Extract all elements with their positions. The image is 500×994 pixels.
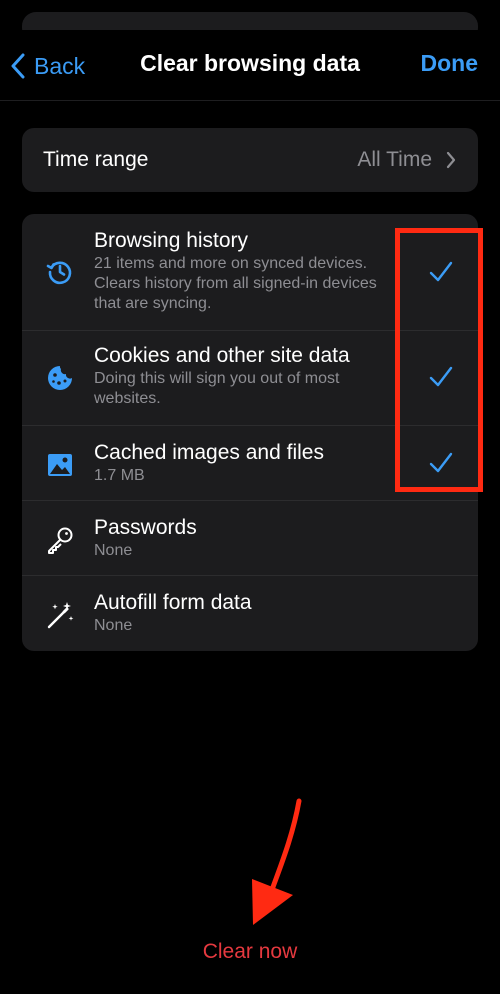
item-title: Cookies and other site data [94,344,350,367]
list-item-cached-images[interactable]: Cached images and files 1.7 MB [22,426,478,500]
item-title: Browsing history [94,229,249,252]
checkmark-icon [426,448,456,478]
time-range-row[interactable]: Time range All Time [22,128,478,192]
magic-wand-icon [43,598,77,632]
annotation-arrow [252,798,302,925]
item-subtitle: 1.7 MB [94,467,145,484]
checkmark-icon [426,257,456,287]
done-button[interactable]: Done [421,50,479,77]
chevron-right-icon [446,151,456,169]
list-item-autofill[interactable]: Autofill form data None [22,576,478,651]
image-icon [43,448,77,482]
list-item-browsing-history[interactable]: Browsing history 21 items and more on sy… [22,214,478,330]
chevron-left-icon [11,53,25,79]
time-range-label: Time range [43,148,149,171]
list-item-cookies[interactable]: Cookies and other site data Doing this w… [22,331,478,425]
clear-now-button[interactable]: Clear now [0,940,500,964]
navigation-bar: Back Clear browsing data Done [0,30,500,101]
back-label: Back [34,52,86,79]
item-subtitle: Doing this will sign you out of most web… [94,370,340,407]
key-icon [43,523,77,557]
cookie-icon [43,361,77,395]
item-subtitle: None [94,617,133,634]
item-subtitle: 21 items and more on synced devices. Cle… [94,255,377,312]
history-icon [43,255,77,289]
item-subtitle: None [94,542,133,559]
list-item-passwords[interactable]: Passwords None [22,501,478,575]
checkmark-icon [426,362,456,392]
data-types-list: Browsing history 21 items and more on sy… [22,214,478,651]
item-title: Cached images and files [94,441,324,464]
item-title: Autofill form data [94,591,252,614]
item-title: Passwords [94,516,197,539]
back-button[interactable]: Back [10,48,85,84]
time-range-value: All Time [357,148,432,171]
